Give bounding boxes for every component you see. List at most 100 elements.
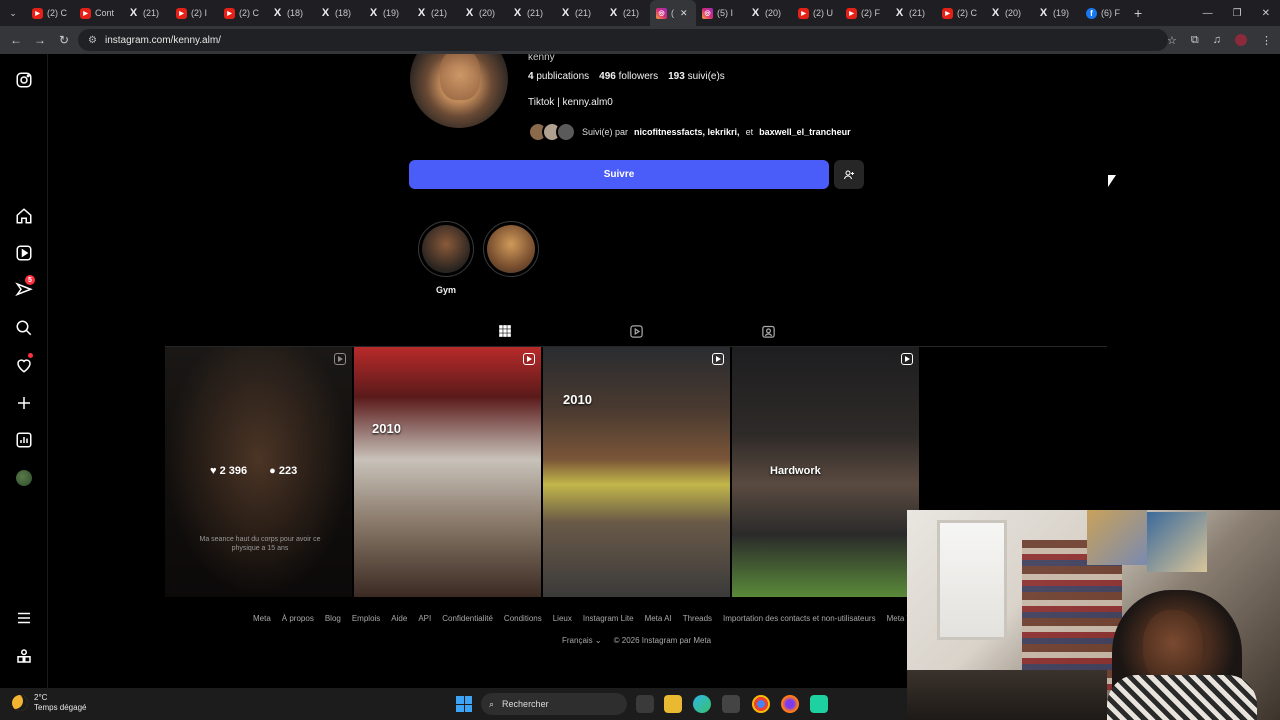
browser-tab[interactable]: X (20)	[744, 0, 792, 26]
media-controls-icon[interactable]: ♫	[1213, 34, 1221, 46]
browser-tab[interactable]: ▶ (2) I	[170, 0, 218, 26]
reload-button[interactable]: ↻	[52, 33, 76, 47]
footer-link[interactable]: Emplois	[352, 614, 380, 623]
browser-tab[interactable]: X (21)	[506, 0, 554, 26]
post-item[interactable]: Hardwork	[732, 347, 919, 597]
tab-label: (20)	[1005, 8, 1022, 18]
tab-label: (2) C	[47, 8, 67, 18]
following-stat[interactable]: 193 suivi(e)s	[668, 71, 725, 82]
browser-profile-avatar[interactable]	[1235, 34, 1247, 46]
story-highlight[interactable]: Gym	[418, 221, 474, 295]
close-tab-icon[interactable]: ✕	[680, 8, 688, 19]
browser-tab[interactable]: X (18)	[314, 0, 362, 26]
browser-tab[interactable]: X (21)	[122, 0, 170, 26]
browser-tab[interactable]: X (20)	[458, 0, 506, 26]
search-icon[interactable]	[14, 318, 34, 338]
footer-link[interactable]: API	[418, 614, 431, 623]
store-icon[interactable]	[722, 695, 740, 713]
new-tab-button[interactable]: +	[1134, 5, 1142, 21]
restore-button[interactable]: ❐	[1233, 8, 1242, 19]
likes-count: ♥ 2 396	[210, 465, 248, 477]
language-selector[interactable]: Français ⌄	[562, 636, 602, 645]
browser-tab[interactable]: ◎ (✕	[650, 0, 696, 26]
footer-link[interactable]: Threads	[683, 614, 712, 623]
file-explorer-icon[interactable]	[664, 695, 682, 713]
footer-link[interactable]: Lieux	[553, 614, 572, 623]
back-button[interactable]: ←	[4, 33, 28, 47]
reel-badge-icon	[523, 353, 535, 365]
reels-icon[interactable]	[14, 243, 34, 263]
browser-tab[interactable]: f (6) F	[1080, 0, 1128, 26]
webcam-overlay	[907, 510, 1280, 720]
messages-icon[interactable]: 5	[14, 275, 35, 300]
tab-label: (21)	[143, 8, 160, 18]
weather-widget[interactable]: 2°C Temps dégagé	[12, 693, 86, 713]
more-menu-icon[interactable]	[14, 608, 34, 628]
extensions-icon[interactable]: ⧉	[1191, 34, 1199, 47]
post-item[interactable]: ♥ 2 396 ● 223 Ma seance haut du corps po…	[165, 347, 352, 597]
edge-icon[interactable]	[693, 695, 711, 713]
address-bar[interactable]: ⚙ instagram.com/kenny.alm/	[78, 29, 1168, 51]
browser-tab[interactable]: ▶ (2) C	[26, 0, 74, 26]
create-plus-icon[interactable]	[14, 393, 34, 413]
footer-link[interactable]: Conditions	[504, 614, 542, 623]
follow-button[interactable]: Suivre	[409, 160, 829, 189]
followed-by[interactable]: Suivi(e) par nicofitnessfacts, lekrikri,…	[528, 122, 851, 142]
browser-menu-icon[interactable]: ⋮	[1261, 34, 1272, 47]
footer-link[interactable]: Meta	[253, 614, 271, 623]
minimize-button[interactable]: —	[1203, 8, 1213, 19]
notifications-badge: 5	[25, 275, 35, 285]
footer-link[interactable]: Blog	[325, 614, 341, 623]
footer-link[interactable]: Meta AI	[645, 614, 672, 623]
post-item[interactable]: 2010	[543, 347, 730, 597]
browser-tab[interactable]: ◎ (5) I	[696, 0, 744, 26]
firefox-icon[interactable]	[781, 695, 799, 713]
footer-link[interactable]: Importation des contacts et non-utilisat…	[723, 614, 876, 623]
profile-stats: 4 publications 496 followers 193 suivi(e…	[528, 71, 725, 82]
bookmark-star-icon[interactable]: ☆	[1167, 34, 1177, 47]
footer-link[interactable]: Confidentialité	[442, 614, 493, 623]
site-info-icon[interactable]: ⚙	[88, 35, 97, 46]
footer-link[interactable]: Aide	[391, 614, 407, 623]
browser-tab[interactable]: ▶ (2) C	[936, 0, 984, 26]
browser-tab[interactable]: X (21)	[602, 0, 650, 26]
browser-tab[interactable]: X (21)	[888, 0, 936, 26]
browser-tab[interactable]: X (21)	[410, 0, 458, 26]
chrome-icon[interactable]	[752, 695, 770, 713]
browser-tab[interactable]: X (21)	[554, 0, 602, 26]
browser-tab[interactable]: ▶ (2) C	[218, 0, 266, 26]
story-highlight[interactable]	[483, 221, 539, 285]
tab-tagged[interactable]	[759, 322, 777, 340]
profile-avatar[interactable]	[14, 468, 34, 488]
post-item[interactable]: 2010	[354, 347, 541, 597]
dashboard-icon[interactable]	[14, 430, 34, 450]
footer-link[interactable]: À propos	[282, 614, 314, 623]
instagram-logo-icon[interactable]	[14, 70, 34, 90]
close-window-button[interactable]: ✕	[1262, 8, 1270, 19]
x-icon: X	[321, 7, 330, 19]
windows-start-icon[interactable]	[456, 696, 472, 712]
task-view-icon[interactable]	[636, 695, 654, 713]
meta-apps-icon[interactable]	[14, 646, 34, 666]
browser-tab[interactable]: ▶ (2) U	[792, 0, 840, 26]
forward-button[interactable]: →	[28, 33, 52, 47]
suggested-accounts-button[interactable]	[834, 160, 864, 189]
notifications-heart-icon[interactable]	[14, 353, 34, 375]
tab-reels[interactable]	[627, 322, 645, 340]
footer-link[interactable]: Instagram Lite	[583, 614, 634, 623]
browser-tab[interactable]: X (18)	[266, 0, 314, 26]
browser-tab[interactable]: X (20)	[984, 0, 1032, 26]
browser-tab[interactable]: X (19)	[362, 0, 410, 26]
browser-tab[interactable]: ▶ (2) F	[840, 0, 888, 26]
tab-label: (2) I	[191, 8, 208, 18]
home-icon[interactable]	[14, 206, 34, 226]
profile-picture[interactable]	[410, 54, 508, 128]
app-icon[interactable]	[810, 695, 828, 713]
notification-dot	[28, 353, 33, 358]
browser-tab[interactable]: X (19)	[1032, 0, 1080, 26]
tab-search-button[interactable]: ⌄	[0, 0, 26, 26]
tab-posts-grid[interactable]	[482, 322, 526, 347]
followers-stat[interactable]: 496 followers	[599, 71, 658, 82]
taskbar-search[interactable]: ⌕ Rechercher	[481, 693, 627, 715]
browser-tab[interactable]: ▶ Cont	[74, 0, 122, 26]
